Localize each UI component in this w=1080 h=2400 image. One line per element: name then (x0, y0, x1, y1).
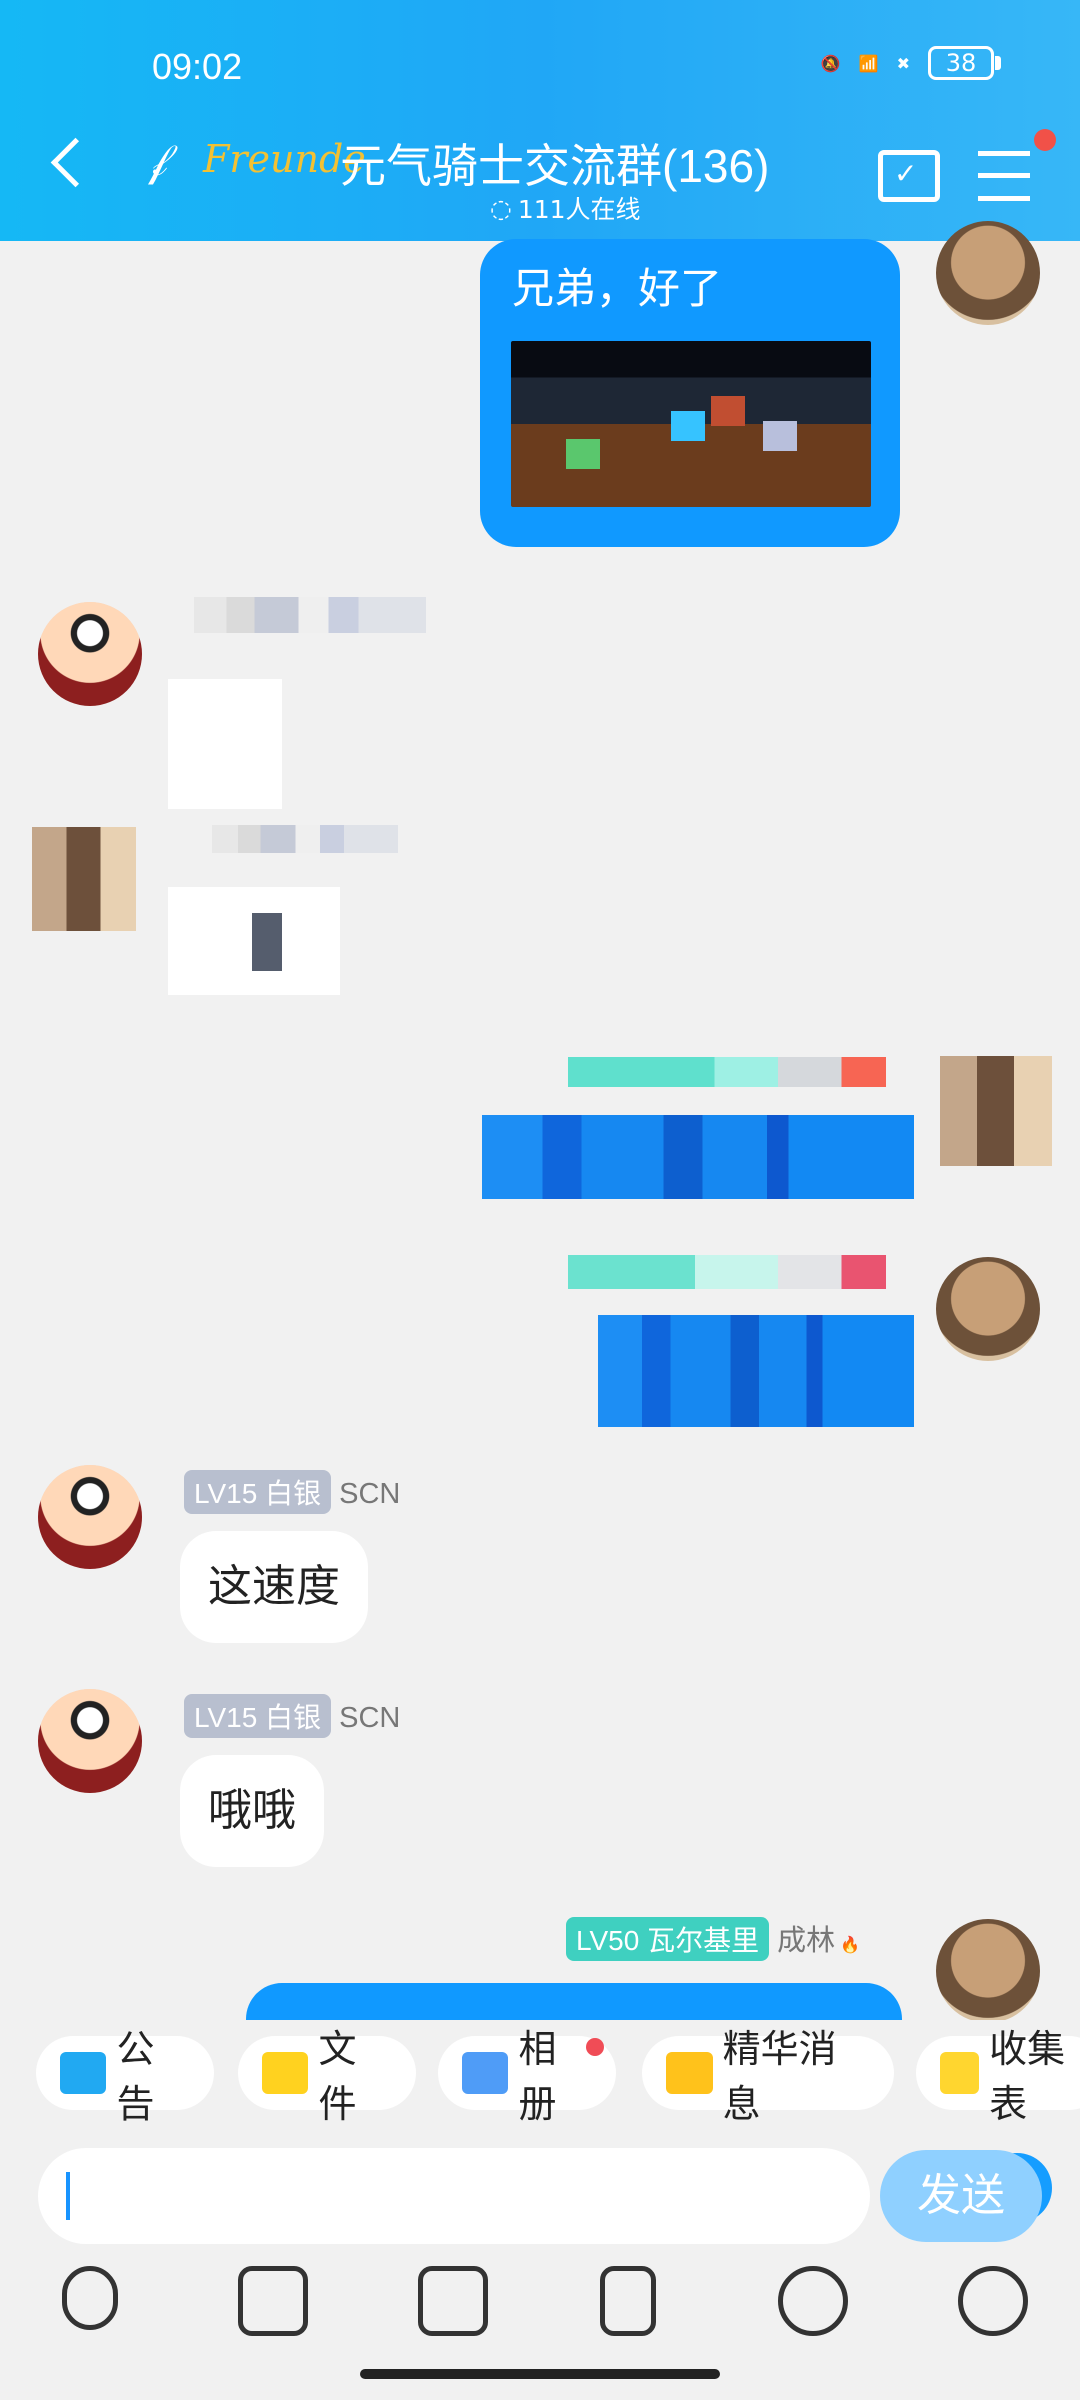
status-icons: 🔕 📶 ✖ 38 (820, 46, 1001, 80)
ear-icon[interactable]: 𝒻 (148, 135, 168, 186)
partial-message[interactable] (246, 1983, 902, 2023)
online-count: ◌ 111人在线 (490, 193, 641, 225)
sender-name: SCN (339, 1702, 401, 1734)
photo-icon[interactable] (238, 2266, 308, 2336)
badge-icon (666, 2052, 713, 2094)
blurred-content (252, 913, 282, 971)
message-bubble[interactable]: 哦哦 (180, 1755, 324, 1867)
blurred-name (194, 597, 426, 633)
blurred-avatar[interactable] (32, 827, 136, 931)
sender-name: SCN (339, 1478, 401, 1510)
megaphone-icon (60, 2052, 107, 2094)
sender-name: 成林 (777, 1925, 836, 1957)
collection-button[interactable]: 收集表 (916, 2027, 1080, 2126)
blurred-message[interactable] (598, 1315, 914, 1427)
checklist-icon (940, 2052, 980, 2094)
member-avatar[interactable] (38, 1689, 142, 1793)
home-indicator (360, 2369, 720, 2379)
level-badge: LV15 白银 (184, 1694, 332, 1738)
level-badge: LV50 瓦尔基里 (566, 1917, 770, 1961)
composer-toolbar (0, 2262, 1080, 2352)
blurred-name (568, 1255, 886, 1289)
notification-dot (1034, 129, 1056, 151)
message-self-image[interactable]: 兄弟，好了 (480, 239, 900, 547)
plus-icon[interactable] (958, 2266, 1028, 2336)
emoji-icon[interactable] (778, 2266, 848, 2336)
back-icon[interactable] (50, 137, 101, 188)
blurred-name (212, 825, 398, 853)
message-list[interactable]: 兄弟，好了 LV15 白银 SCN 这速度 LV15 白银 SCN 哦哦 LV50 … (0, 221, 1080, 2223)
files-button[interactable]: 文件 (238, 2027, 416, 2126)
message-bubble[interactable]: 这速度 (180, 1531, 368, 1643)
chat-header: 09:02 🔕 📶 ✖ 38 𝒻 Freunde 元气骑士交流群(136) ◌ 1… (0, 0, 1080, 241)
blurred-name (568, 1057, 886, 1087)
fire-icon: 🔥 (835, 1935, 861, 1954)
album-button[interactable]: 相册 (438, 2027, 616, 2126)
camera-icon[interactable] (418, 2266, 488, 2336)
self-avatar[interactable] (936, 1257, 1040, 1361)
member-avatar[interactable] (38, 602, 142, 706)
blurred-message[interactable] (168, 679, 282, 809)
quick-actions: 公告 文件 相册 精华消息 收集表 (0, 2020, 1080, 2130)
sender-meta: LV15 白银 SCN (184, 1470, 400, 1514)
folder-icon (262, 2052, 309, 2094)
featured-messages-button[interactable]: 精华消息 (642, 2027, 894, 2126)
album-red-dot (586, 2038, 604, 2056)
sender-meta: LV50 瓦尔基里 成林 🔥 (566, 1917, 860, 1961)
chat-title[interactable]: 元气骑士交流群(136) (340, 130, 769, 196)
image-icon (462, 2052, 509, 2094)
blurred-message[interactable] (482, 1115, 914, 1199)
self-avatar[interactable] (936, 1919, 1040, 2023)
game-screenshot[interactable] (511, 341, 871, 507)
menu-icon[interactable] (978, 151, 1030, 201)
blurred-avatar[interactable] (940, 1056, 1052, 1166)
message-input[interactable] (38, 2148, 870, 2244)
member-avatar[interactable] (38, 1465, 142, 1569)
sender-meta: LV15 白银 SCN (184, 1694, 400, 1738)
text-caret (66, 2172, 70, 2220)
status-time: 09:02 (152, 46, 243, 87)
self-avatar[interactable] (936, 221, 1040, 325)
microphone-icon[interactable] (62, 2266, 118, 2330)
notification-icon: ✖ (896, 53, 910, 73)
battery-indicator: 38 (928, 46, 1001, 80)
calendar-icon[interactable] (878, 150, 940, 202)
send-button[interactable]: 发送 (880, 2150, 1042, 2242)
wifi-icon: 📶 (858, 53, 879, 73)
mute-icon: 🔕 (820, 53, 841, 73)
online-icon: ◌ (490, 193, 512, 223)
announcement-button[interactable]: 公告 (36, 2027, 214, 2126)
level-badge: LV15 白银 (184, 1470, 332, 1514)
red-packet-icon[interactable] (600, 2266, 656, 2336)
